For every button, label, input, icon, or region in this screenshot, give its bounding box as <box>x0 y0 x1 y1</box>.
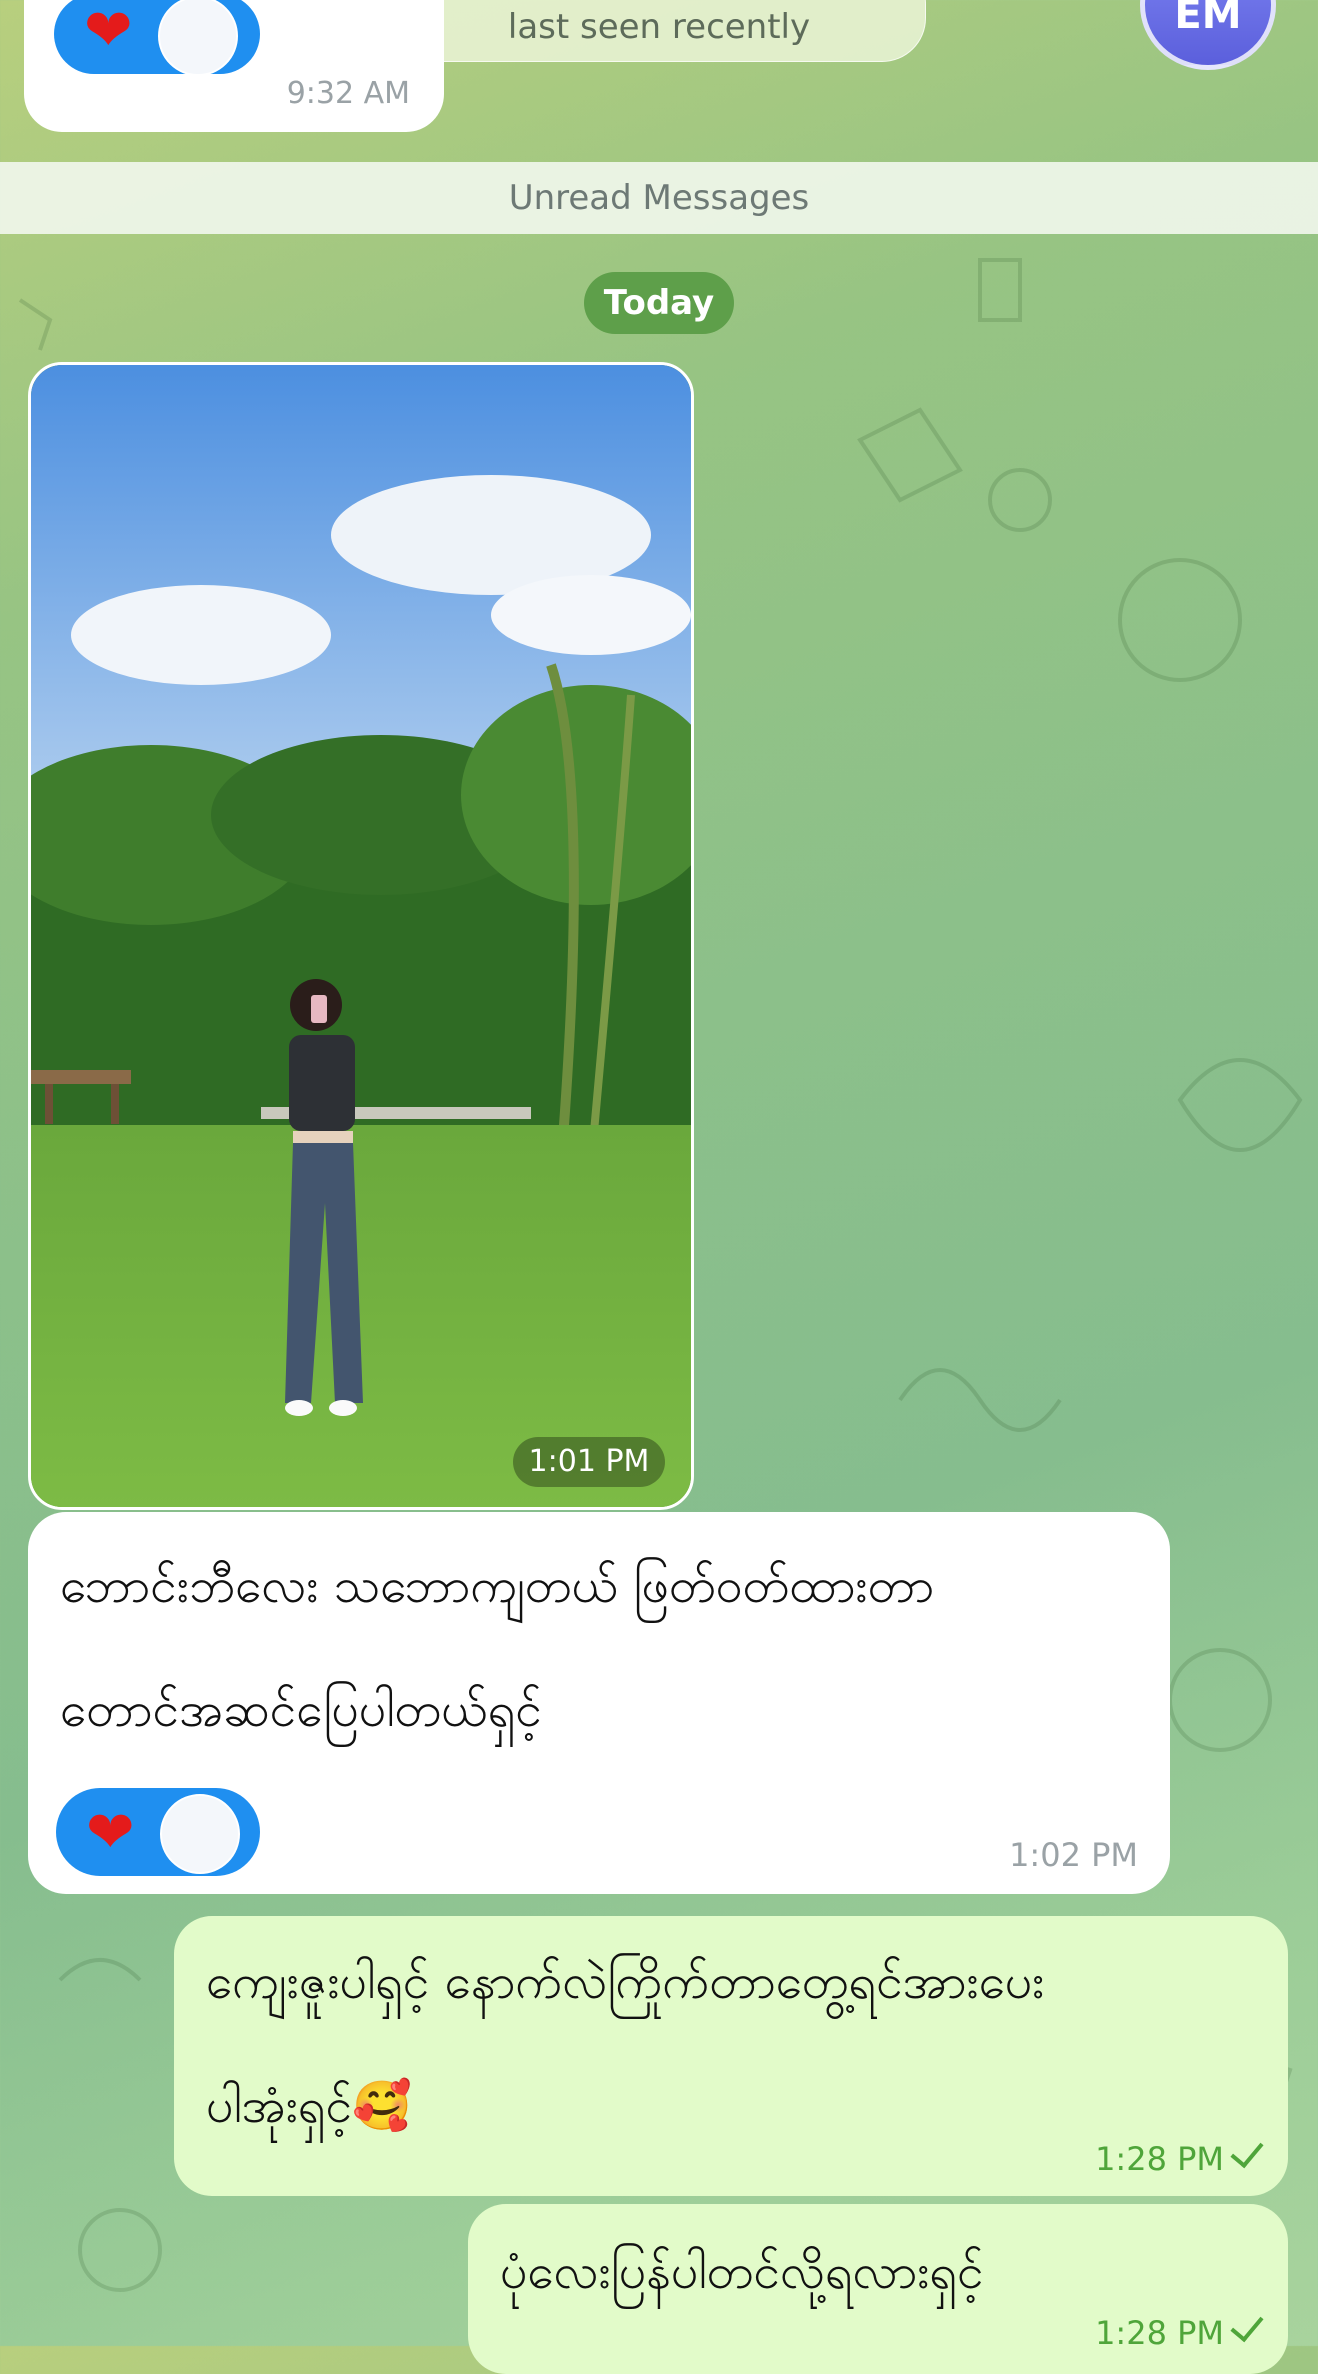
reaction-pill[interactable]: ❤ <box>54 0 260 74</box>
photo-time: 1:01 PM <box>513 1437 665 1487</box>
reaction-pill[interactable]: ❤ <box>56 1788 260 1876</box>
date-badge: Today <box>584 272 734 334</box>
previous-incoming-bubble[interactable]: ❤ 9:32 AM <box>24 0 444 132</box>
message-time: 1:28 PM <box>1095 2140 1224 2178</box>
message-time: 9:32 AM <box>286 76 410 111</box>
heart-reaction-icon: ❤ <box>84 0 133 64</box>
message-time: 1:02 PM <box>1009 1836 1138 1874</box>
message-text-line: ကျေးဇူးပါရှင့် နောက်လဲကြိုက်တာတွေ့ရင်အား… <box>206 1954 1045 2010</box>
outgoing-message-bubble[interactable]: ပုံလေးပြန်ပါတင်လို့ရလားရှင့် 1:28 PM <box>468 2204 1288 2374</box>
message-time: 1:28 PM <box>1095 2314 1224 2352</box>
message-text-line: ဘောင်းဘီလေး သဘောကျတယ် ဖြတ်ဝတ်ထားတာ <box>60 1558 935 1614</box>
message-status: 1:28 PM <box>1095 2133 1264 2178</box>
photo-image <box>31 365 691 1507</box>
incoming-message-bubble[interactable]: ဘောင်းဘီလေး သဘောကျတယ် ဖြတ်ဝတ်ထားတာ တောင်… <box>28 1512 1170 1894</box>
photo-message[interactable]: 1:01 PM <box>28 362 694 1510</box>
heart-reaction-icon: ❤ <box>86 1798 135 1866</box>
outgoing-message-bubble[interactable]: ကျေးဇူးပါရှင့် နောက်လဲကြိုက်တာတွေ့ရင်အား… <box>174 1916 1288 2196</box>
message-text-line: တောင်အဆင်ပြေပါတယ်ရှင့် <box>60 1682 542 1738</box>
last-seen-status: last seen recently <box>507 7 811 47</box>
chat-title-pill[interactable]: last seen recently <box>392 0 926 62</box>
checkmark-icon <box>1230 2307 1264 2343</box>
reactor-avatar <box>158 0 238 74</box>
checkmark-icon <box>1230 2133 1264 2169</box>
unread-messages-divider: Unread Messages <box>0 162 1318 234</box>
reactor-avatar <box>160 1794 240 1874</box>
